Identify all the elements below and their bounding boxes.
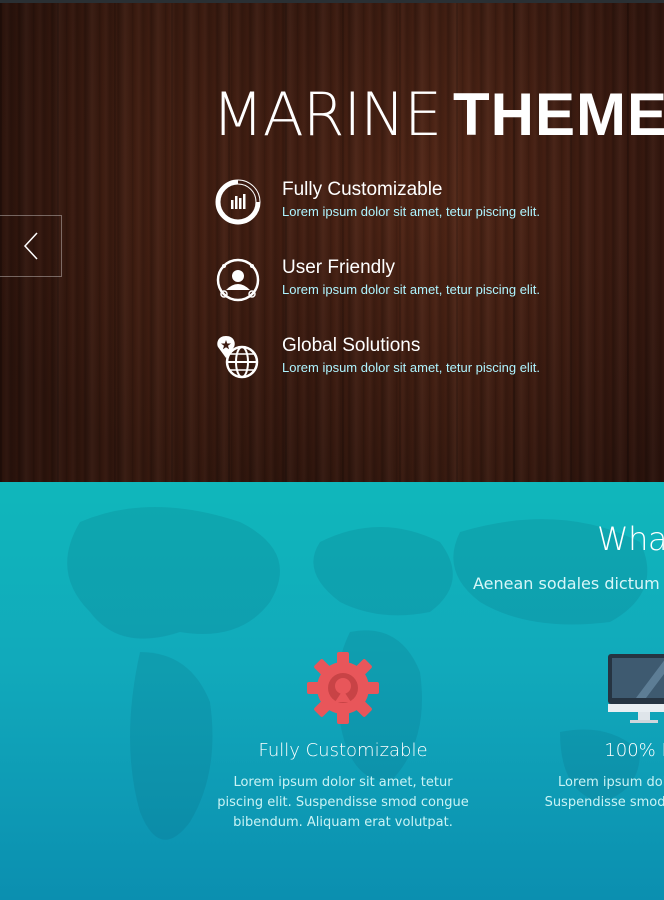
feature-item-customizable: Fully Customizable Lorem ipsum dolor sit… (214, 178, 540, 226)
service-card-title: Fully Customizable (258, 740, 428, 761)
chevron-left-icon (23, 232, 38, 260)
service-card-responsive: 100% Res Lorem ipsum dolor sit a elit. S… (516, 650, 664, 813)
chart-circle-icon (215, 179, 261, 225)
slider-prev-button[interactable] (0, 215, 62, 277)
monitor-icon (608, 654, 664, 723)
top-bar (0, 0, 664, 3)
services-subtitle: Aenean sodales dictum au (473, 574, 664, 593)
service-card-desc: Lorem ipsum dolor sit amet, tetur piscin… (217, 775, 469, 830)
service-card-desc: Lorem ipsum dolor sit a elit. Suspendiss… (544, 775, 664, 810)
feature-item-user-friendly: User Friendly Lorem ipsum dolor sit amet… (214, 256, 540, 304)
service-card-customizable: Fully Customizable Lorem ipsum dolor sit… (210, 650, 476, 833)
services-section: What Aenean sodales dictum au Fully Cust… (0, 482, 664, 900)
services-title: What (597, 520, 664, 558)
feature-item-global: Global Solutions Lorem ipsum dolor sit a… (214, 334, 540, 382)
user-circle-icon (216, 258, 260, 302)
hero-title: MARINE THEME (212, 80, 664, 150)
feature-title: User Friendly (282, 257, 395, 278)
hero-title-light: MARINE (212, 80, 442, 150)
feature-title: Fully Customizable (282, 179, 443, 200)
globe-pin-icon (217, 336, 259, 379)
feature-title: Global Solutions (282, 335, 421, 356)
hero-slider: MARINE THEME Fully Customizable Lorem ips… (0, 0, 664, 482)
feature-desc: Lorem ipsum dolor sit amet, tetur piscin… (282, 282, 540, 297)
hero-title-bold: THEME (453, 81, 664, 148)
gear-icon (307, 652, 379, 724)
feature-desc: Lorem ipsum dolor sit amet, tetur piscin… (282, 204, 540, 219)
service-card-title: 100% Res (604, 740, 664, 761)
feature-desc: Lorem ipsum dolor sit amet, tetur piscin… (282, 360, 540, 375)
